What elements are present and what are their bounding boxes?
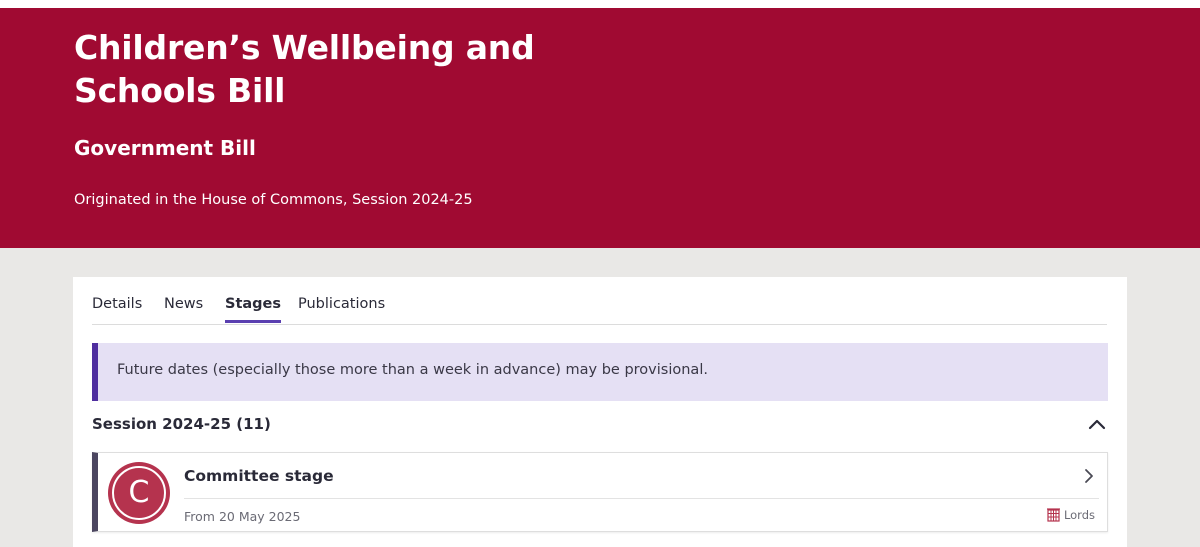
stage-house-label: Lords: [1063, 508, 1095, 522]
tab-publications[interactable]: Publications: [298, 296, 385, 320]
tab-stages[interactable]: Stages: [225, 296, 282, 323]
bill-origin: Originated in the House of Commons, Sess…: [74, 192, 473, 208]
stage-name: Committee stage: [184, 467, 334, 485]
stage-house: Lords: [1046, 508, 1095, 522]
bill-tabs: Details News Stages Publications: [92, 277, 1107, 325]
bill-content-card: Details News Stages Publications Future …: [73, 277, 1127, 547]
top-strip: [0, 0, 1200, 8]
provisional-dates-notice: Future dates (especially those more than…: [92, 343, 1108, 401]
chevron-up-icon[interactable]: [1086, 413, 1108, 435]
stage-item-committee[interactable]: C Committee stage From 20 May 2025 Lords: [92, 452, 1108, 532]
bill-type: Government Bill: [74, 136, 256, 160]
chevron-right-icon: [1085, 469, 1093, 483]
stage-date: From 20 May 2025: [184, 509, 301, 524]
session-header[interactable]: Session 2024-25 (11): [92, 413, 1108, 437]
portcullis-icon: [1046, 508, 1060, 522]
session-title: Session 2024-25 (11): [92, 415, 271, 433]
tab-details[interactable]: Details: [92, 296, 142, 320]
notice-text: Future dates (especially those more than…: [117, 362, 708, 378]
bill-header: Children’s Wellbeing and Schools Bill Go…: [0, 8, 1200, 248]
stage-divider: [184, 498, 1099, 499]
badge-letter: C: [128, 475, 150, 510]
bill-title: Children’s Wellbeing and Schools Bill: [74, 28, 535, 110]
stage-badge: C: [108, 462, 170, 524]
tab-news[interactable]: News: [164, 296, 203, 320]
